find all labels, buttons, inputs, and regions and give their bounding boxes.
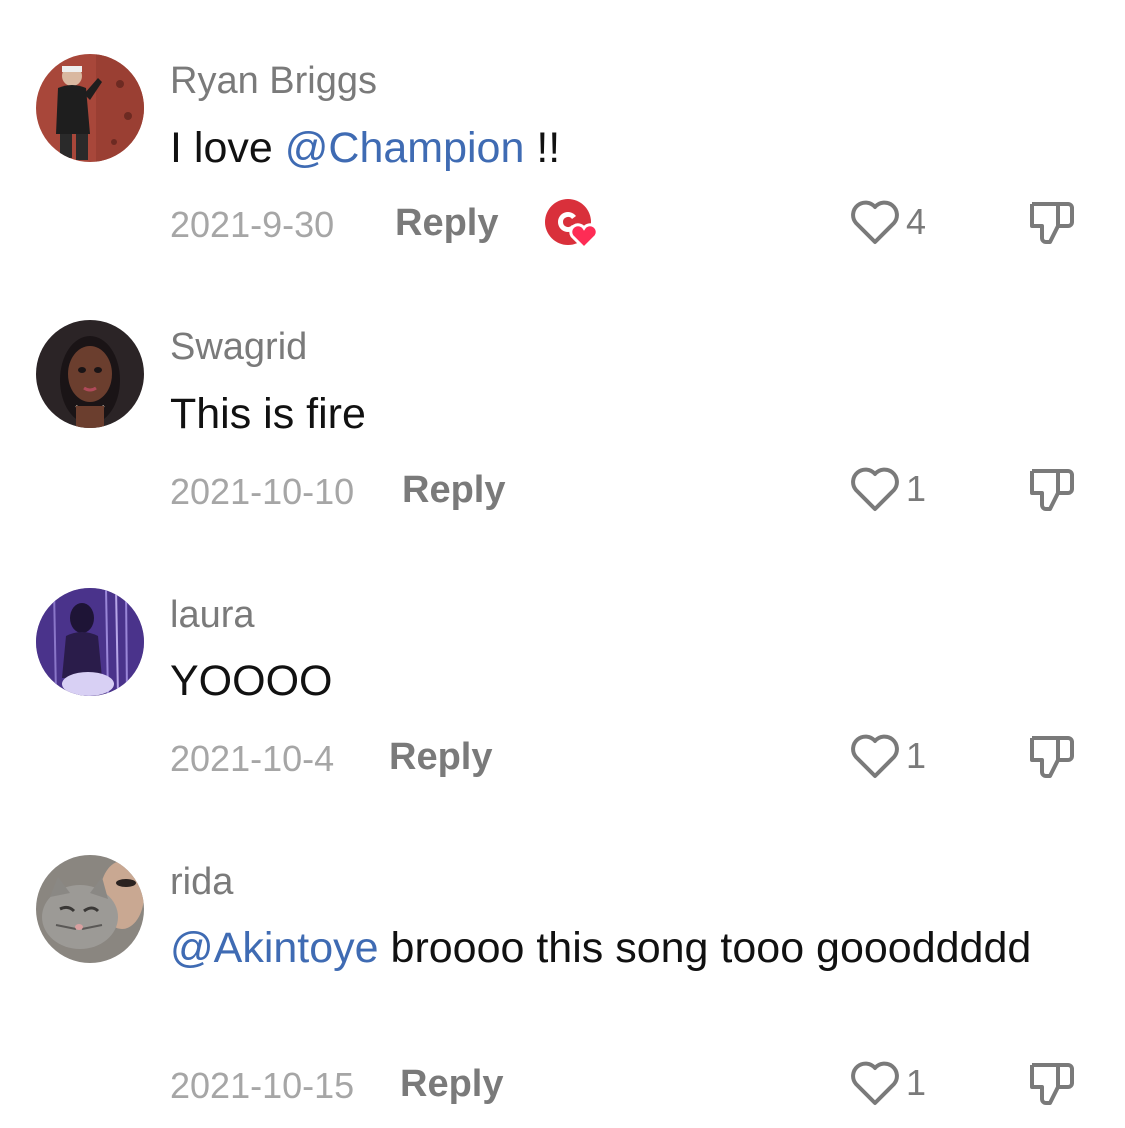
mention-link[interactable]: @Champion xyxy=(285,124,525,172)
thumbs-down-icon xyxy=(1030,469,1074,511)
comment-username[interactable]: Swagrid xyxy=(170,326,307,369)
like-count: 1 xyxy=(906,735,927,776)
mention-link[interactable]: @Akintoye xyxy=(170,924,379,972)
comment-text: @Akintoye broooo this song tooo gooodddd… xyxy=(170,918,1050,978)
reply-button[interactable]: Reply xyxy=(402,469,505,512)
avatar[interactable] xyxy=(36,855,144,963)
comment-username[interactable]: laura xyxy=(170,594,255,637)
dislike-button[interactable] xyxy=(1028,734,1076,780)
reply-button[interactable]: Reply xyxy=(389,736,492,779)
like-count: 1 xyxy=(906,468,927,509)
like-button[interactable]: 1 xyxy=(850,465,926,513)
avatar[interactable] xyxy=(36,320,144,428)
dislike-button[interactable] xyxy=(1028,467,1076,513)
avatar[interactable] xyxy=(36,588,144,696)
heart-outline-icon xyxy=(851,734,899,778)
comment-date: 2021-9-30 xyxy=(170,204,335,245)
comment-text: I love @Champion !! xyxy=(170,118,1050,178)
comment-username[interactable]: rida xyxy=(170,861,233,904)
comment-date: 2021-10-10 xyxy=(170,471,355,512)
comment-date: 2021-10-15 xyxy=(170,1065,355,1106)
comment-date: 2021-10-4 xyxy=(170,738,335,779)
like-count: 1 xyxy=(906,1062,927,1103)
thumbs-down-icon xyxy=(1030,736,1074,778)
reply-button[interactable]: Reply xyxy=(395,202,498,245)
comment-text-part: broooo this song tooo goooddddd xyxy=(378,924,1032,972)
like-button[interactable]: 1 xyxy=(850,1059,926,1107)
comment-username[interactable]: Ryan Briggs xyxy=(170,60,377,103)
creator-liked-badge xyxy=(544,198,604,255)
comment-text: This is fire xyxy=(170,390,366,438)
comment-text-part: !! xyxy=(524,124,561,172)
creator-liked-icon xyxy=(545,199,599,251)
comment-text: YOOOO xyxy=(170,657,333,705)
like-button[interactable]: 1 xyxy=(850,732,926,780)
avatar[interactable] xyxy=(36,54,144,162)
thumbs-down-icon xyxy=(1030,202,1074,244)
dislike-button[interactable] xyxy=(1028,1061,1076,1107)
like-button[interactable]: 4 xyxy=(850,198,926,246)
dislike-button[interactable] xyxy=(1028,200,1076,246)
reply-button[interactable]: Reply xyxy=(400,1063,503,1106)
heart-outline-icon xyxy=(851,467,899,511)
heart-outline-icon xyxy=(851,200,899,244)
comment-text-part: I love xyxy=(170,124,285,172)
heart-outline-icon xyxy=(851,1061,899,1105)
like-count: 4 xyxy=(906,201,927,242)
thumbs-down-icon xyxy=(1030,1063,1074,1105)
